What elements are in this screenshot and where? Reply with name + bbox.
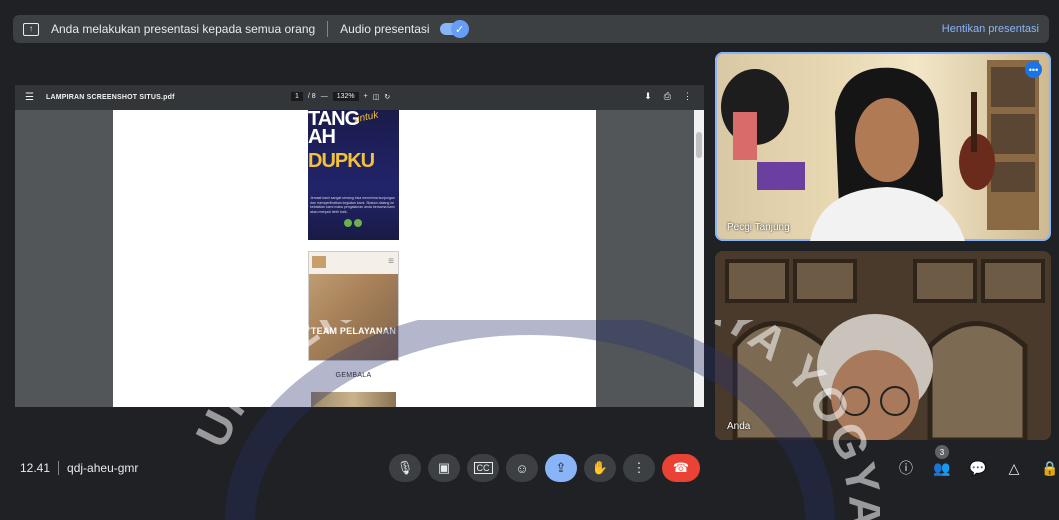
camera-icon: ▣ [437,460,451,475]
pdf-file-name: LAMPIRAN SCREENSHOT SITUS.pdf [45,94,175,101]
zoom-input[interactable]: 132% [332,92,359,101]
menu-icon[interactable]: ☰ [25,92,34,103]
participant-name: Pecgi Tanjung [727,222,790,233]
poster1-line-2: AH [308,126,336,148]
participant-name: Anda [727,421,751,432]
presenting-message: Anda melakukan presentasi kepada semua o… [51,22,316,36]
presenting-banner: ↑ Anda melakukan presentasi kepada semua… [13,15,1049,43]
captions-button[interactable]: CC [467,454,499,482]
microphone-icon: 🎙 [396,460,414,475]
stop-presenting-button[interactable]: Hentikan presentasi [942,23,1039,35]
audio-presentation-toggle[interactable]: ✓ [439,20,469,38]
activities-button[interactable]: △ [1001,454,1027,482]
reactions-button[interactable]: ☺ [506,454,538,482]
rotate-icon[interactable]: ↻ [384,93,390,101]
banner-divider [327,21,329,37]
more-vert-icon: ⋮ [632,460,646,475]
activities-icon: △ [1008,459,1020,476]
end-call-icon: ☎ [672,460,690,475]
participant-video-1 [721,60,1039,241]
pdf-scrollbar[interactable] [694,110,704,407]
people-count-badge: 3 [935,445,949,459]
microphone-button[interactable]: 🎙 [389,454,421,482]
present-to-all-icon: ↑ [23,22,39,36]
hand-icon: ✋ [591,460,609,475]
church-logo-icon [312,256,326,268]
section-heading: GEMBALA [335,372,372,379]
meeting-info: 12.41 qdj-aheu-gmr [20,461,138,475]
lock-icon: 🔒 [1041,459,1059,476]
call-controls: 🎙 ▣ CC ☺ ⇪ ✋ ⋮ ☎ [389,454,700,482]
host-controls-button[interactable]: 🔒 [1037,454,1059,482]
people-button[interactable]: 3 👥 [929,445,955,482]
poster1-line-3: DUPKU [308,150,375,172]
people-icon: 👥 [933,459,951,476]
hamburger-icon: ≡ [388,256,394,267]
scrollbar-thumb[interactable] [696,132,702,158]
side-panel-controls: ⓘ 3 👥 💬 △ 🔒 [893,445,1059,482]
fit-page-icon[interactable]: ◫ [373,93,380,101]
participant-video-2 [715,251,1051,440]
info-icon: ⓘ [899,460,913,476]
poster2-label: TEAM PELAYANAN [310,326,397,336]
poster1-body-text: Jemaat kami sangat senang bisa menerima … [310,196,395,214]
shared-screen-pdf-viewer: ☰ LAMPIRAN SCREENSHOT SITUS.pdf 1 / 8 — … [15,85,704,407]
raise-hand-button[interactable]: ✋ [584,454,616,482]
chat-button[interactable]: 💬 [965,454,991,482]
present-icon: ⇪ [555,460,567,475]
poster-image-2: ≡ TEAM PELAYANAN [308,251,399,361]
pdf-toolbar: ☰ LAMPIRAN SCREENSHOT SITUS.pdf 1 / 8 — … [15,85,704,110]
pdf-page: TANG untuk AH DUPKU Jemaat kami sangat s… [113,110,596,407]
present-now-button[interactable]: ⇪ [545,454,577,482]
more-options-button[interactable]: ⋮ [623,454,655,482]
meeting-time: 12.41 [20,461,51,475]
check-icon: ✓ [450,20,469,38]
meeting-details-button[interactable]: ⓘ [893,454,919,482]
poster-image-1: TANG untuk AH DUPKU Jemaat kami sangat s… [308,110,399,240]
participant-tile-self[interactable]: Anda [715,251,1051,440]
chat-icon: 💬 [969,459,987,476]
page-controls: 1 / 8 — 132% + ◫ ↻ [291,92,390,101]
page-number-input[interactable]: 1 [291,92,303,101]
more-options-icon[interactable]: ••• [1025,61,1042,78]
poster-image-3 [311,392,396,407]
meeting-code: qdj-aheu-gmr [67,461,139,475]
meeting-info-divider [58,461,60,475]
camera-button[interactable]: ▣ [428,454,460,482]
audio-presentation-label: Audio presentasi [340,22,430,36]
download-icon[interactable]: ⬇ [644,91,652,102]
leave-call-button[interactable]: ☎ [662,454,700,482]
zoom-in-button[interactable]: + [364,93,368,100]
participant-tile-pecgi[interactable]: ••• Pecgi Tanjung [715,52,1051,241]
captions-icon: CC [473,462,493,474]
zoom-out-button[interactable]: — [321,93,328,100]
poster1-nav-dots [344,219,362,227]
more-options-icon[interactable]: ⋮ [683,91,692,102]
print-icon[interactable]: ⎙ [664,91,671,102]
emoji-icon: ☺ [515,460,529,476]
page-total: / 8 [307,93,316,100]
pdf-actions: ⬇ ⎙ ⋮ [644,91,692,102]
